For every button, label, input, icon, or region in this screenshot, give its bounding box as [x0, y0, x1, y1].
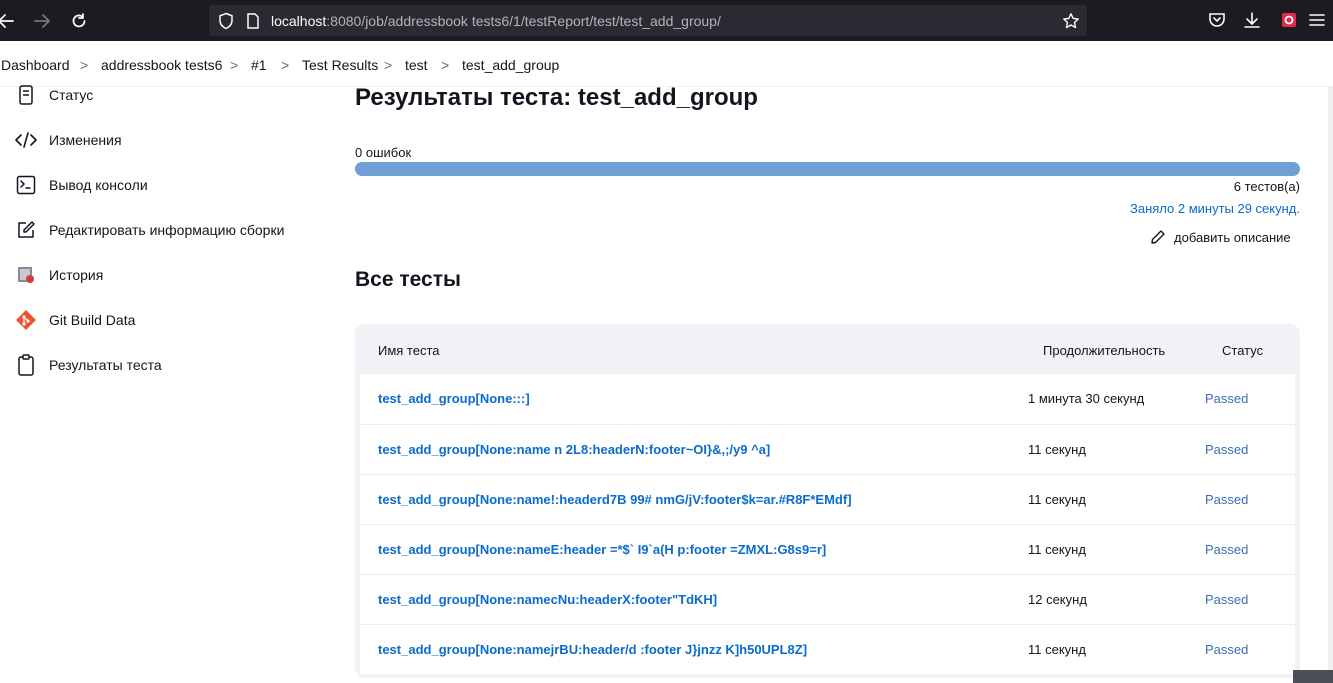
add-description-label: добавить описание	[1174, 229, 1291, 245]
back-arrow-icon[interactable]	[0, 9, 18, 33]
sidebar-item-edit-build-info[interactable]: Редактировать информацию сборки	[0, 212, 320, 248]
edit-icon	[15, 219, 37, 241]
tests-table: Имя теста Продолжительность Статус test_…	[355, 324, 1300, 678]
breadcrumb-separator: >	[80, 57, 89, 73]
pocket-icon[interactable]	[1207, 10, 1227, 30]
table-row: test_add_group[None:namejrBU:header/d :f…	[360, 624, 1295, 674]
test-duration: 11 секунд	[1028, 642, 1086, 657]
breadcrumb-dashboard[interactable]: Dashboard	[1, 57, 70, 73]
test-status: Passed	[1205, 642, 1249, 657]
sidebar-item-git-build-data[interactable]: Git Build Data	[0, 302, 320, 338]
bookmark-star-icon[interactable]	[1062, 12, 1080, 30]
sidebar-item-changes[interactable]: Изменения	[0, 122, 320, 158]
breadcrumb-separator: >	[384, 57, 393, 73]
sidebar-item-status[interactable]: Статус	[0, 77, 320, 113]
test-status: Passed	[1205, 542, 1249, 557]
table-row: test_add_group[None:nameE:header =*$` I9…	[360, 524, 1295, 574]
sidebar-item-history[interactable]: История	[0, 257, 320, 293]
terminal-icon	[15, 174, 37, 196]
table-row: test_add_group[None:namecNu:headerX:foot…	[360, 574, 1295, 624]
test-duration: 11 секунд	[1028, 492, 1086, 507]
test-name-link[interactable]: test_add_group[None:namejrBU:header/d :f…	[378, 642, 807, 657]
column-header-duration[interactable]: Продолжительность	[1043, 343, 1165, 358]
clipboard-icon	[15, 354, 37, 376]
breadcrumb-test[interactable]: test	[405, 57, 428, 73]
sidebar-item-label: Git Build Data	[49, 312, 136, 328]
test-status: Passed	[1205, 492, 1249, 507]
page-scrollbar[interactable]	[1328, 87, 1333, 683]
sidebar-item-label: Изменения	[49, 132, 122, 148]
sidebar-item-console[interactable]: Вывод консоли	[0, 167, 320, 203]
duration-link[interactable]: Заняло 2 минуты 29 секунд.	[1130, 201, 1300, 216]
scroll-corner	[1293, 670, 1333, 683]
test-progress-bar	[355, 162, 1300, 176]
address-bar[interactable]: localhost:8080/job/addressbook tests6/1/…	[209, 5, 1087, 36]
breadcrumb-separator: >	[441, 57, 450, 73]
sidebar-item-label: Результаты теста	[49, 357, 162, 373]
test-duration: 11 секунд	[1028, 542, 1086, 557]
breadcrumb-job[interactable]: addressbook tests6	[101, 57, 222, 73]
column-header-name[interactable]: Имя теста	[378, 343, 440, 358]
test-status: Passed	[1205, 592, 1249, 607]
test-status: Passed	[1205, 391, 1249, 406]
menu-icon[interactable]	[1307, 10, 1327, 30]
history-icon	[15, 264, 37, 286]
test-name-link[interactable]: test_add_group[None:name!:headerd7B 99# …	[378, 492, 852, 507]
failure-count: 0 ошибок	[355, 145, 412, 160]
sidebar-item-label: Вывод консоли	[49, 177, 148, 193]
browser-toolbar: localhost:8080/job/addressbook tests6/1/…	[0, 0, 1333, 41]
sidebar-item-label: Статус	[49, 87, 94, 103]
git-icon	[15, 309, 37, 331]
table-header: Имя теста Продолжительность Статус	[360, 324, 1295, 374]
download-icon[interactable]	[1242, 10, 1262, 30]
test-duration: 1 минута 30 секунд	[1028, 391, 1145, 406]
test-duration: 11 секунд	[1028, 442, 1086, 457]
code-icon	[15, 129, 37, 151]
test-name-link[interactable]: test_add_group[None:name n 2L8:headerN:f…	[378, 442, 770, 457]
breadcrumb-current[interactable]: test_add_group	[462, 57, 559, 73]
document-icon	[15, 84, 37, 106]
page-title: Результаты теста: test_add_group	[355, 84, 758, 111]
url-text: localhost:8080/job/addressbook tests6/1/…	[271, 13, 721, 29]
extension-icon[interactable]	[1279, 10, 1299, 30]
section-title: Все тесты	[355, 268, 461, 291]
test-name-link[interactable]: test_add_group[None:::]	[378, 391, 530, 406]
breadcrumb-test-results[interactable]: Test Results	[302, 57, 378, 73]
pencil-icon	[1151, 230, 1165, 244]
table-row: test_add_group[None:name n 2L8:headerN:f…	[360, 424, 1295, 474]
page-icon[interactable]	[244, 12, 262, 30]
sidebar-item-label: История	[49, 267, 104, 283]
test-duration: 12 секунд	[1028, 592, 1087, 607]
test-status: Passed	[1205, 442, 1249, 457]
table-row: test_add_group[None:::] 1 минута 30 секу…	[360, 374, 1295, 424]
test-name-link[interactable]: test_add_group[None:namecNu:headerX:foot…	[378, 592, 717, 607]
add-description-button[interactable]: добавить описание	[1150, 228, 1291, 246]
sidebar-item-label: Редактировать информацию сборки	[49, 222, 285, 238]
test-name-link[interactable]: test_add_group[None:nameE:header =*$` I9…	[378, 542, 826, 557]
reload-icon[interactable]	[67, 9, 91, 33]
breadcrumb-separator: >	[230, 57, 239, 73]
column-header-status[interactable]: Статус	[1222, 343, 1263, 358]
table-body: test_add_group[None:::] 1 минута 30 секу…	[360, 374, 1295, 674]
breadcrumb-separator: >	[281, 57, 290, 73]
table-row: test_add_group[None:name!:headerd7B 99# …	[360, 474, 1295, 524]
tests-count: 6 тестов(а)	[1233, 179, 1300, 194]
breadcrumb-build[interactable]: #1	[251, 57, 267, 73]
sidebar-item-test-results[interactable]: Результаты теста	[0, 347, 320, 383]
shield-icon[interactable]	[217, 12, 235, 30]
forward-arrow-icon[interactable]	[30, 9, 54, 33]
